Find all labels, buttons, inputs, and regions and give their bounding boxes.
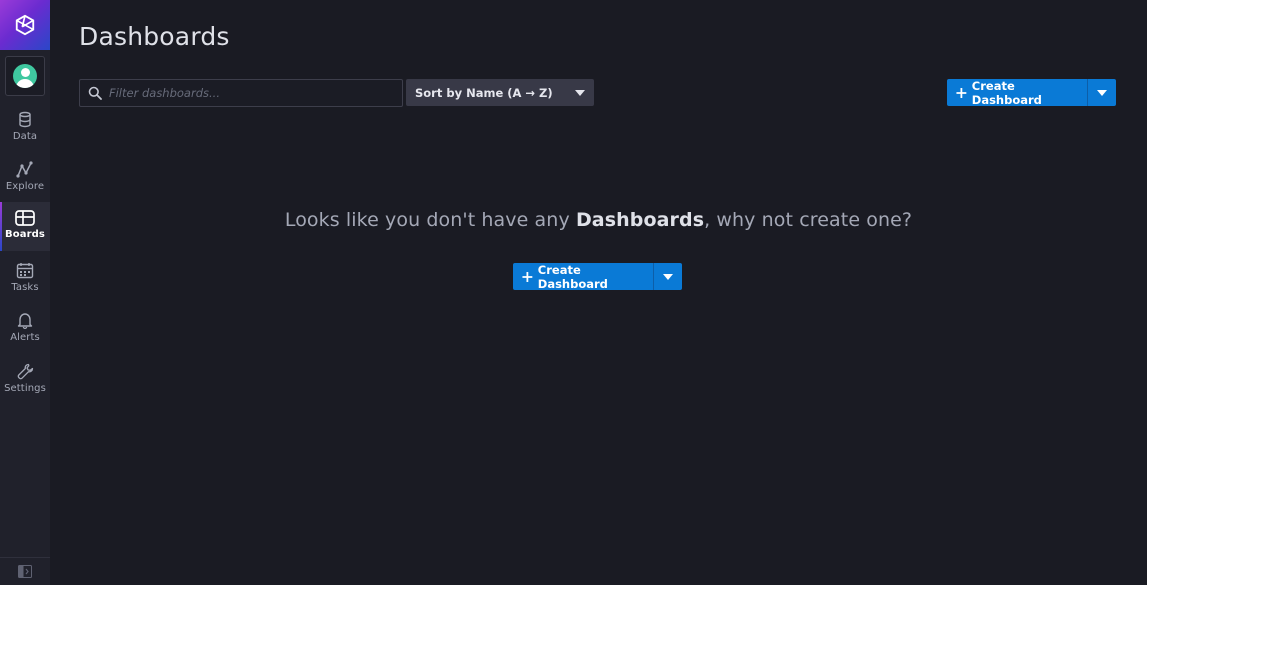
sidebar-item-label: Tasks: [11, 282, 39, 293]
app-window: Data Explore Boards Tasks Alerts Setting…: [0, 0, 1147, 585]
create-dashboard-button[interactable]: Create Dashboard: [947, 79, 1087, 106]
sidebar: Data Explore Boards Tasks Alerts Setting…: [0, 0, 50, 585]
plus-icon: [522, 271, 533, 282]
plus-icon: [956, 87, 967, 98]
sidebar-item-data[interactable]: Data: [0, 103, 50, 151]
main-content: Dashboards Sort by Name (A → Z) Create D…: [50, 0, 1147, 585]
graph-line-icon: [16, 161, 33, 178]
collapse-sidebar-icon: [18, 565, 32, 578]
caret-down-icon: [575, 89, 585, 96]
sidebar-item-label: Boards: [5, 229, 45, 240]
create-dashboard-dropdown-button[interactable]: [1087, 79, 1116, 106]
collapse-sidebar-button[interactable]: [0, 557, 50, 585]
sort-dropdown[interactable]: Sort by Name (A → Z): [406, 79, 594, 106]
calendar-icon: [16, 263, 34, 279]
sidebar-item-label: Alerts: [10, 332, 40, 343]
create-dashboard-label: Create Dashboard: [971, 79, 1042, 106]
influxdb-logo-icon: [15, 14, 35, 36]
search-icon: [88, 86, 102, 100]
bell-icon: [17, 313, 33, 329]
logo-button[interactable]: [0, 0, 50, 50]
wrench-icon: [17, 363, 33, 380]
empty-state-create-dropdown-button[interactable]: [653, 263, 682, 290]
search-box[interactable]: [79, 79, 403, 107]
sidebar-item-tasks[interactable]: Tasks: [0, 254, 50, 302]
search-input[interactable]: [107, 85, 391, 101]
empty-state-emphasis: Dashboards: [575, 209, 705, 231]
empty-state-create-button-group: Create Dashboard: [513, 263, 682, 290]
caret-down-icon: [1097, 89, 1107, 96]
empty-state-prefix: Looks like you don't have any: [284, 209, 576, 231]
empty-state-suffix: , why not create one?: [704, 209, 913, 231]
caret-down-icon: [663, 273, 673, 280]
sidebar-item-label: Settings: [4, 383, 46, 394]
sidebar-item-boards[interactable]: Boards: [0, 202, 50, 251]
sidebar-item-alerts[interactable]: Alerts: [0, 304, 50, 352]
page-title: Dashboards: [79, 22, 230, 51]
sidebar-item-label: Data: [12, 131, 38, 142]
sidebar-item-settings[interactable]: Settings: [0, 355, 50, 403]
dashboard-grid-icon: [15, 210, 35, 226]
empty-state-create-label: Create Dashboard: [537, 263, 608, 290]
user-menu-button[interactable]: [5, 56, 45, 96]
sidebar-item-label: Explore: [5, 181, 45, 192]
empty-state-message: Looks like you don't have any Dashboards…: [50, 209, 1147, 231]
empty-state-create-button[interactable]: Create Dashboard: [513, 263, 653, 290]
sort-dropdown-label: Sort by Name (A → Z): [415, 85, 553, 100]
user-avatar-icon: [13, 64, 37, 88]
sidebar-item-explore[interactable]: Explore: [0, 153, 50, 201]
create-dashboard-button-group: Create Dashboard: [947, 79, 1116, 106]
database-icon: [19, 111, 31, 128]
